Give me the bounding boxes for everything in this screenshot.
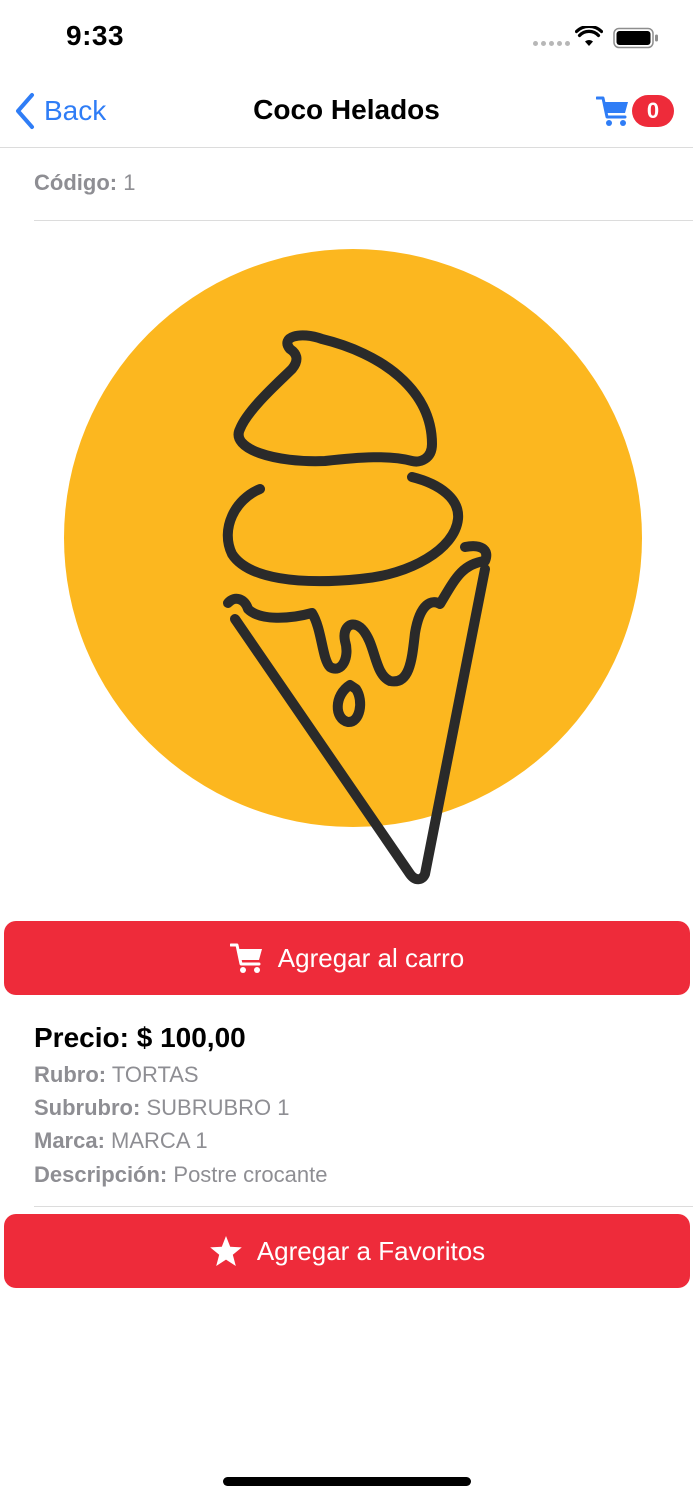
divider: [34, 220, 693, 221]
battery-icon: [613, 27, 658, 49]
product-price: Precio: $ 100,00: [34, 1022, 246, 1054]
add-to-cart-label: Agregar al carro: [277, 942, 465, 973]
detail-value: MARCA 1: [111, 1128, 208, 1153]
cart-button[interactable]: 0: [594, 93, 676, 131]
shopping-cart-icon: [229, 943, 262, 973]
price-label: Precio:: [34, 1022, 129, 1053]
wifi-icon: [575, 26, 603, 46]
status-time: 9:33: [66, 20, 125, 51]
home-indicator: [223, 1477, 471, 1486]
detail-rubro: Rubro: TORTAS: [34, 1062, 199, 1088]
detail-label: Rubro:: [34, 1062, 107, 1087]
cellular-signal-icon: [533, 41, 570, 46]
product-image: [64, 249, 642, 885]
add-to-favorites-label: Agregar a Favoritos: [256, 1235, 486, 1266]
divider: [34, 1206, 693, 1207]
detail-value: SUBRUBRO 1: [146, 1095, 290, 1120]
code-label: Código:: [34, 170, 118, 195]
status-bar: 9:33: [0, 0, 693, 75]
code-value: 1: [123, 170, 136, 195]
add-to-cart-button[interactable]: Agregar al carro: [4, 921, 690, 995]
navigation-bar: Back Coco Helados 0: [0, 75, 693, 148]
detail-label: Marca:: [34, 1128, 105, 1153]
cart-count-badge: 0: [632, 95, 674, 127]
star-icon: [210, 1236, 242, 1266]
chevron-left-icon: [16, 93, 34, 129]
detail-value: TORTAS: [111, 1062, 199, 1087]
detail-subrubro: Subrubro: SUBRUBRO 1: [34, 1095, 290, 1121]
shopping-cart-icon: [596, 96, 628, 126]
product-code: Código: 1: [34, 170, 135, 196]
back-button[interactable]: Back: [14, 91, 106, 131]
add-to-favorites-button[interactable]: Agregar a Favoritos: [4, 1214, 690, 1288]
price-value: $ 100,00: [136, 1022, 246, 1053]
detail-descripcion: Descripción: Postre crocante: [34, 1162, 327, 1188]
detail-label: Subrubro:: [34, 1095, 141, 1120]
detail-value: Postre crocante: [173, 1162, 328, 1187]
back-label: Back: [44, 95, 107, 126]
detail-label: Descripción:: [34, 1162, 168, 1187]
detail-marca: Marca: MARCA 1: [34, 1128, 208, 1154]
